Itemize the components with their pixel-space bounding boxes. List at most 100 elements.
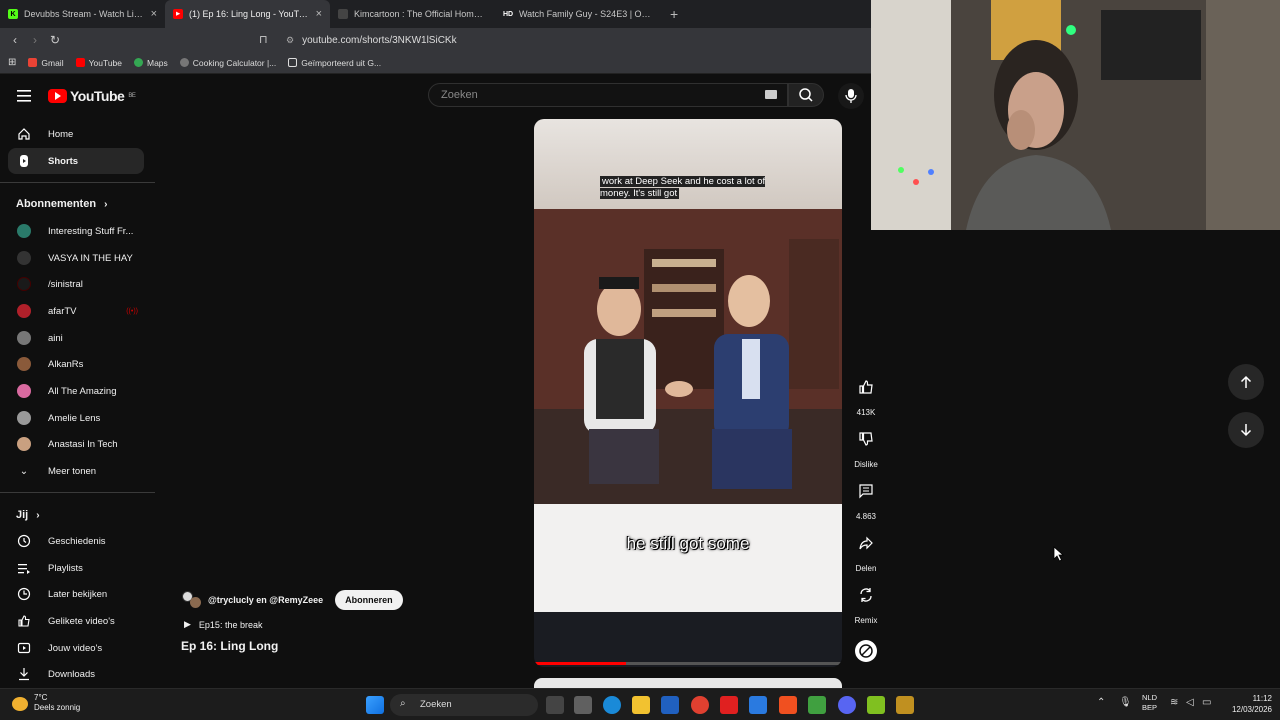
browser-tab-active[interactable]: ▶ (1) Ep 16: Ling Long - YouTube × <box>165 0 330 28</box>
sidebar-item-shorts[interactable]: Shorts <box>8 148 144 174</box>
comments-button[interactable]: 4.863 <box>850 476 882 521</box>
share-button[interactable]: Delen <box>850 528 882 573</box>
bookmark-icon[interactable]: ⊓ <box>259 33 268 46</box>
sidebar-item-subscription[interactable]: Amelie Lens <box>8 405 144 431</box>
bookmark-maps[interactable]: Maps <box>134 58 168 68</box>
close-icon[interactable]: × <box>151 8 157 20</box>
thumbs-up-icon <box>851 372 881 402</box>
sidebar-item-liked-videos[interactable]: Gelikete video's <box>8 608 144 634</box>
bookmarks-bar: ⊞ Gmail YouTube Maps Cooking Calculator … <box>0 52 872 74</box>
microphone-icon[interactable]: 🎙 <box>1119 697 1132 708</box>
browser-tab[interactable]: K Devubbs Stream - Watch Live on × <box>0 0 165 28</box>
sidebar-item-subscription[interactable]: VASYA IN THE HAY <box>8 245 144 271</box>
remix-button[interactable]: Remix <box>850 580 882 625</box>
show-more-button[interactable]: ⌄ Meer tonen <box>8 458 144 484</box>
apps-icon[interactable]: ⊞ <box>8 57 16 68</box>
bookmark-gmail[interactable]: Gmail <box>28 58 64 68</box>
like-button[interactable]: 413K <box>850 372 882 417</box>
playlist-link[interactable]: ▶ Ep15: the break <box>184 619 262 630</box>
file-explorer-icon[interactable] <box>632 696 650 714</box>
app-icon[interactable] <box>808 696 826 714</box>
keyboard-icon[interactable] <box>765 90 777 99</box>
discord-icon[interactable] <box>838 696 856 714</box>
subscribe-button[interactable]: Abonneren <box>335 590 403 610</box>
address-bar: ‹ › ↻ ⊓ ⚙ youtube.com/shorts/3NKW1lSiCKk <box>0 28 872 52</box>
app-icon[interactable] <box>867 696 885 714</box>
weather-widget[interactable]: 7°C Deels zonnig <box>34 693 80 713</box>
sidebar-item-subscription[interactable]: /sinistral <box>8 271 144 297</box>
chevron-up-icon[interactable]: ⌃ <box>1097 697 1105 708</box>
sidebar-item-playlists[interactable]: Playlists <box>8 555 144 581</box>
close-icon[interactable]: × <box>316 8 322 20</box>
microphone-icon <box>845 89 857 103</box>
bookmark-cooking[interactable]: Cooking Calculator |... <box>179 58 276 68</box>
share-icon <box>851 528 881 558</box>
bookmark-folder[interactable]: Geïmporteerd uit G... <box>288 58 381 68</box>
sidebar-item-subscription[interactable]: aini <box>8 325 144 351</box>
sidebar-item-your-videos[interactable]: Jouw video's <box>8 635 144 661</box>
gmail-icon <box>28 58 38 67</box>
youtube-icon[interactable] <box>720 696 738 714</box>
divider <box>0 182 155 183</box>
bookmark-youtube[interactable]: YouTube <box>75 58 122 68</box>
sidebar-item-subscription[interactable]: All The Amazing <box>8 378 144 404</box>
next-short-preview[interactable] <box>534 678 842 688</box>
sidebar-item-home[interactable]: Home <box>8 121 144 147</box>
taskbar-search[interactable]: ⌕ Zoeken <box>390 694 538 716</box>
thumbs-up-icon <box>16 613 32 629</box>
sidebar-item-subscription[interactable]: afarTV ((•)) <box>8 298 144 324</box>
brave-icon[interactable] <box>779 696 797 714</box>
search-button[interactable] <box>788 83 824 107</box>
sidebar-item-watch-later[interactable]: Later bekijken <box>8 581 144 607</box>
outlook-icon[interactable] <box>661 696 679 714</box>
language-indicator[interactable]: NLD BEP <box>1142 693 1157 713</box>
new-tab-button[interactable]: + <box>660 6 688 22</box>
video-title[interactable]: Ep 16: Ling Long <box>181 639 278 653</box>
kick-icon: K <box>8 9 18 19</box>
subscriptions-header[interactable]: Abonnementen › <box>16 198 107 210</box>
search-input[interactable]: Zoeken <box>428 83 788 107</box>
reload-icon[interactable]: ↻ <box>45 33 65 47</box>
chrome-icon[interactable] <box>691 696 709 714</box>
edge-icon[interactable] <box>603 696 621 714</box>
task-view-icon[interactable] <box>546 696 564 714</box>
avatar <box>17 277 31 291</box>
calculator-icon[interactable] <box>749 696 767 714</box>
forward-icon[interactable]: › <box>25 33 45 47</box>
sidebar-item-history[interactable]: Geschiedenis <box>8 528 144 554</box>
sidebar-item-subscription[interactable]: AlkanRs <box>8 351 144 377</box>
dislike-button[interactable]: Dislike <box>850 424 882 469</box>
site-info-icon[interactable]: ⚙ <box>286 35 294 46</box>
browser-tab[interactable]: Kimcartoon : The Official Home | kim <box>330 0 495 28</box>
sidebar-item-subscription[interactable]: Anastasi In Tech <box>8 431 144 457</box>
sidebar-item-subscription[interactable]: Interesting Stuff Fr... <box>8 218 144 244</box>
store-icon[interactable] <box>574 696 592 714</box>
back-icon[interactable]: ‹ <box>5 33 25 47</box>
chevron-down-icon: ⌄ <box>19 465 29 477</box>
avatar <box>17 384 31 398</box>
menu-icon[interactable] <box>17 89 31 107</box>
video-footer <box>534 612 842 667</box>
wifi-icon[interactable]: ≋ <box>1170 697 1178 708</box>
windows-start-icon[interactable] <box>366 696 384 714</box>
youtube-logo[interactable]: YouTube BE <box>48 88 136 104</box>
folder-icon <box>288 58 298 67</box>
video-caption-top: work at Deep Seek and he cost a lot of m… <box>600 176 766 199</box>
volume-icon[interactable]: ◁ <box>1186 697 1194 708</box>
url-field[interactable]: ⚙ youtube.com/shorts/3NKW1lSiCKk <box>280 31 865 49</box>
video-progress-bar[interactable] <box>534 662 842 665</box>
next-short-button[interactable] <box>1228 412 1264 448</box>
battery-icon[interactable]: ▭ <box>1202 697 1211 708</box>
sound-button[interactable] <box>850 640 882 668</box>
avatar[interactable] <box>182 591 202 609</box>
channel-name[interactable]: @tryclucly en @RemyZeee <box>208 595 323 605</box>
previous-short-button[interactable] <box>1228 364 1264 400</box>
system-clock[interactable]: 11:12 12/03/2026 <box>1222 693 1272 715</box>
sidebar-item-downloads[interactable]: Downloads <box>8 661 144 687</box>
browser-tab[interactable]: HDWatch Family Guy - S24E3 | Online H <box>495 0 660 28</box>
you-header[interactable]: Jij › <box>16 509 40 521</box>
short-video-player[interactable]: work at Deep Seek and he cost a lot of m… <box>534 119 842 667</box>
app-icon[interactable] <box>896 696 914 714</box>
avatar <box>17 224 31 238</box>
voice-search-button[interactable] <box>838 83 864 109</box>
